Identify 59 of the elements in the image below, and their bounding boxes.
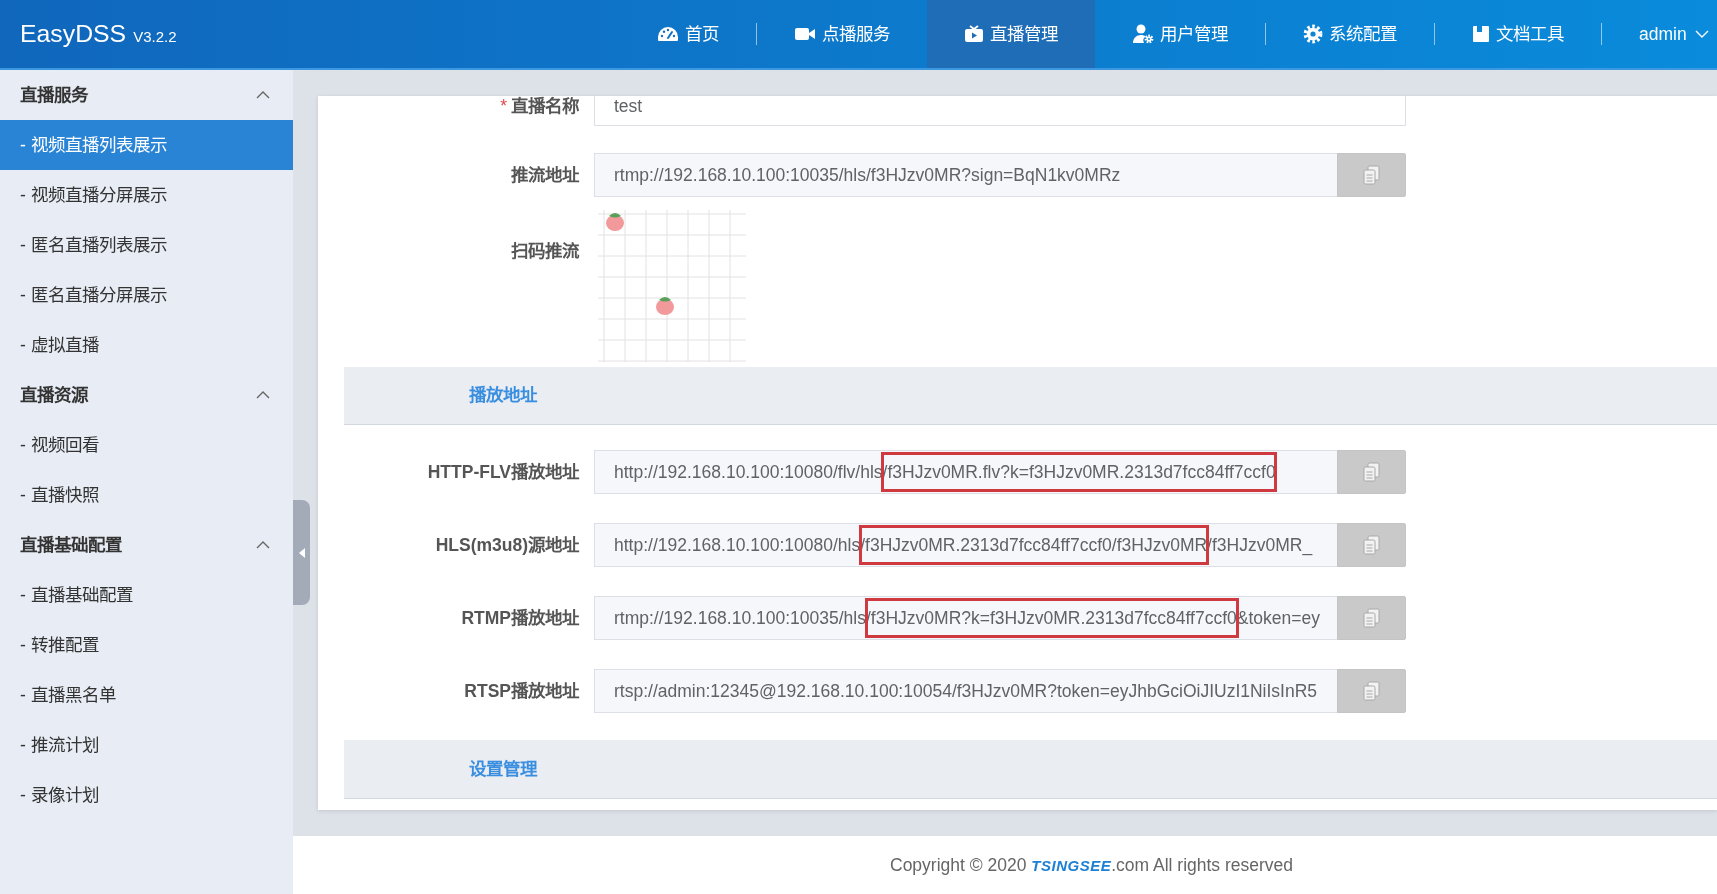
url-field[interactable]: rtsp://admin:12345@192.168.10.100:10054/f3HJzv0MR?token=eyJhbGciOiJIUzI1NiIsInR5 — [594, 669, 1337, 713]
chevron-up-icon — [256, 91, 270, 99]
copy-icon — [1363, 462, 1380, 482]
sidebar-item[interactable]: - 视频回看 — [0, 420, 293, 470]
version-text: V3.2.2 — [133, 28, 177, 44]
chevron-down-icon — [1694, 30, 1709, 38]
copy-icon — [1363, 535, 1380, 555]
section-header: 播放地址 — [344, 367, 1717, 425]
tv-play-icon — [964, 25, 984, 43]
sidebar-section-header[interactable]: 直播资源 — [0, 370, 293, 420]
copy-button[interactable] — [1337, 153, 1406, 197]
nav-tab[interactable]: 用户管理 — [1095, 0, 1265, 68]
field-label: 推流地址 — [510, 165, 579, 185]
field-label: HLS(m3u8)源地址 — [434, 535, 579, 555]
sidebar-item[interactable]: - 直播基础配置 — [0, 570, 293, 620]
video-camera-icon — [794, 26, 816, 42]
copyright-text: Copyright © 2020 TSINGSEE.com All rights reserved — [890, 853, 1294, 877]
section-header: 设置管理 — [344, 740, 1717, 799]
copy-button[interactable] — [1337, 450, 1406, 494]
text-field[interactable]: test — [594, 96, 1406, 126]
caret-left-icon — [298, 547, 305, 558]
nav-tab[interactable]: 首页 — [620, 0, 756, 68]
chevron-up-icon — [256, 391, 270, 399]
field-label: RTMP播放地址 — [460, 608, 579, 628]
nav-tab[interactable]: 系统配置 — [1266, 0, 1434, 68]
copy-icon — [1363, 681, 1380, 701]
user-gear-icon — [1132, 24, 1154, 44]
field-label: HTTP-FLV播放地址 — [426, 462, 579, 482]
sidebar-item[interactable]: - 直播黑名单 — [0, 670, 293, 720]
sidebar-item[interactable]: - 转推配置 — [0, 620, 293, 670]
sidebar-toggle[interactable] — [293, 500, 310, 605]
gauge-icon — [657, 26, 679, 42]
sidebar-section-header[interactable]: 直播服务 — [0, 70, 293, 120]
document-icon — [1472, 25, 1490, 43]
copy-icon — [1363, 165, 1380, 185]
nav-tab[interactable]: 文档工具 — [1435, 0, 1601, 68]
user-menu[interactable]: admin — [1602, 0, 1709, 68]
sidebar-item[interactable]: - 匿名直播列表展示 — [0, 220, 293, 270]
sidebar-item[interactable]: - 视频直播列表展示 — [0, 120, 293, 170]
sidebar-item[interactable]: - 推流计划 — [0, 720, 293, 770]
field-label: RTSP播放地址 — [463, 681, 579, 701]
sidebar-item[interactable]: - 匿名直播分屏展示 — [0, 270, 293, 320]
copy-icon — [1363, 608, 1380, 628]
sidebar-item[interactable]: - 虚拟直播 — [0, 320, 293, 370]
field-label: * 直播名称 — [499, 96, 579, 116]
gear-icon — [1303, 24, 1323, 44]
url-field[interactable]: rtmp://192.168.10.100:10035/hls/f3HJzv0MR?sign=BqN1kv0MRz — [594, 153, 1337, 197]
copy-button[interactable] — [1337, 596, 1406, 640]
nav-tab[interactable]: 直播管理 — [927, 0, 1095, 68]
copy-button[interactable] — [1337, 669, 1406, 713]
sidebar-section-header[interactable]: 直播基础配置 — [0, 520, 293, 570]
field-label: 扫码推流 — [510, 241, 579, 261]
chevron-up-icon — [256, 541, 270, 549]
copy-button[interactable] — [1337, 523, 1406, 567]
sidebar-item[interactable]: - 直播快照 — [0, 470, 293, 520]
app-logo-text: EasyDSS — [20, 21, 127, 47]
sidebar-item[interactable]: - 视频直播分屏展示 — [0, 170, 293, 220]
nav-tab[interactable]: 点播服务 — [757, 0, 927, 68]
sidebar-item[interactable]: - 录像计划 — [0, 770, 293, 820]
